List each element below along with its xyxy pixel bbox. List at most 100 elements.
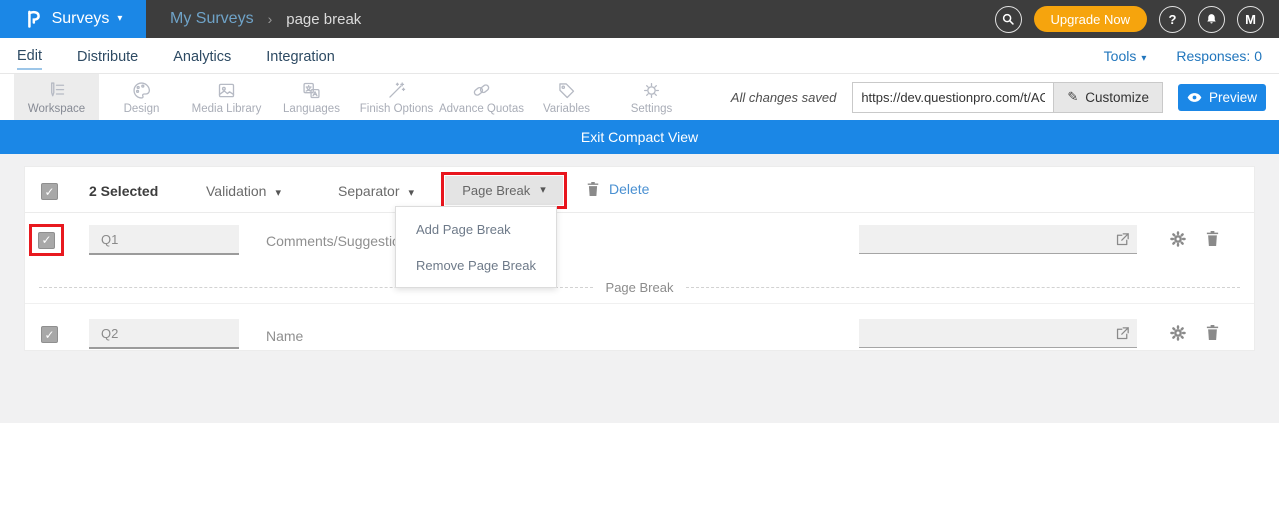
toolbar-tools: Workspace Design Media Library Languages… — [0, 74, 694, 120]
section-tab-bar: Edit Distribute Analytics Integration To… — [0, 38, 1279, 74]
question-checkbox-q1[interactable]: ✓ — [38, 232, 55, 249]
highlight-box-q1-checkbox: ✓ — [29, 224, 64, 256]
expand-answer-button-q1[interactable] — [1114, 231, 1131, 248]
image-icon — [216, 80, 237, 101]
delete-button[interactable]: Delete — [586, 181, 649, 197]
toolbar-item-languages[interactable]: Languages — [269, 74, 354, 120]
divider-dash — [686, 287, 1240, 288]
delete-label: Delete — [609, 181, 649, 197]
save-status: All changes saved — [731, 90, 837, 105]
bell-icon — [1205, 12, 1218, 26]
question-code-input-q2[interactable] — [89, 319, 239, 349]
validation-dropdown[interactable]: Validation▾ — [206, 183, 281, 199]
preview-label: Preview — [1209, 90, 1257, 105]
tab-integration[interactable]: Integration — [266, 43, 335, 69]
toolbar-item-label: Variables — [543, 103, 590, 115]
chevron-down-icon: ▾ — [275, 187, 281, 199]
expand-answer-button-q2[interactable] — [1114, 325, 1131, 342]
answer-input-q1[interactable] — [859, 225, 1114, 253]
toolbar-item-label: Languages — [283, 103, 340, 115]
answer-input-q2[interactable] — [859, 319, 1114, 347]
avatar[interactable]: M — [1237, 6, 1264, 33]
trash-icon — [586, 181, 600, 197]
toolbar-item-label: Workspace — [28, 103, 85, 115]
customize-label: Customize — [1085, 90, 1149, 105]
page-break-menu: Add Page Break Remove Page Break — [395, 206, 557, 288]
answer-field-q2 — [859, 319, 1137, 348]
surveys-menu[interactable]: Surveys ▾ — [0, 0, 146, 38]
check-icon: ✓ — [44, 185, 54, 199]
notifications-button[interactable] — [1198, 6, 1225, 33]
survey-url-group: ✎ Customize — [852, 82, 1163, 113]
page-break-dropdown-label: Page Break — [462, 183, 530, 198]
menu-item-remove-page-break[interactable]: Remove Page Break — [396, 248, 556, 284]
questionpro-logo-icon — [24, 8, 44, 30]
page-break-dropdown[interactable]: Page Break ▾ — [445, 176, 563, 205]
page-break-divider: Page Break — [39, 279, 1240, 295]
question-settings-button-q1[interactable] — [1169, 230, 1187, 248]
trash-icon — [1205, 230, 1220, 247]
upgrade-now-button[interactable]: Upgrade Now — [1034, 6, 1148, 32]
pencil-icon: ✎ — [1067, 89, 1078, 105]
toolbar-item-advance-quotas[interactable]: Advance Quotas — [439, 74, 524, 120]
tab-edit[interactable]: Edit — [17, 42, 42, 70]
toolbar-item-label: Settings — [631, 103, 673, 115]
external-link-icon — [1114, 231, 1131, 248]
tools-menu[interactable]: Tools▾ — [1104, 48, 1147, 64]
tab-analytics[interactable]: Analytics — [173, 43, 231, 69]
eye-icon — [1187, 92, 1202, 103]
question-title-q2: Name — [266, 328, 303, 344]
menu-item-add-page-break[interactable]: Add Page Break — [396, 212, 556, 248]
separator-dropdown[interactable]: Separator▾ — [338, 183, 414, 199]
breadcrumb-my-surveys[interactable]: My Surveys — [170, 10, 254, 28]
search-button[interactable] — [995, 6, 1022, 33]
header-divider — [25, 212, 1254, 213]
gear-icon — [1169, 324, 1187, 342]
question-settings-button-q2[interactable] — [1169, 324, 1187, 342]
chevron-down-icon: ▾ — [1141, 53, 1146, 64]
topbar-actions: Upgrade Now ? M — [995, 6, 1265, 33]
toolbar-item-workspace[interactable]: Workspace — [14, 74, 99, 120]
answer-field-q1 — [859, 225, 1137, 254]
toolbar-item-media-library[interactable]: Media Library — [184, 74, 269, 120]
question-checkbox-q2[interactable]: ✓ — [41, 326, 58, 343]
chevron-down-icon: ▾ — [408, 187, 414, 199]
toolbar-item-settings[interactable]: Settings — [609, 74, 694, 120]
responses-count[interactable]: Responses: 0 — [1176, 48, 1262, 64]
help-button[interactable]: ? — [1159, 6, 1186, 33]
trash-icon — [1205, 324, 1220, 341]
breadcrumb-current-survey: page break — [286, 11, 361, 28]
gear-icon — [641, 80, 662, 101]
external-link-icon — [1114, 325, 1131, 342]
toolbar-item-design[interactable]: Design — [99, 74, 184, 120]
brand-label: Surveys — [52, 10, 110, 28]
pencil-list-icon — [46, 80, 67, 101]
toolbar-right: All changes saved ✎ Customize Preview — [731, 74, 1266, 120]
toolbar-item-label: Finish Options — [360, 103, 434, 115]
chain-link-icon — [471, 80, 492, 101]
question-code-input-q1[interactable] — [89, 225, 239, 255]
toolbar-item-finish-options[interactable]: Finish Options — [354, 74, 439, 120]
magic-wand-icon — [386, 80, 407, 101]
customize-button[interactable]: ✎ Customize — [1054, 82, 1163, 113]
toolbar-item-label: Design — [124, 103, 160, 115]
select-all-checkbox[interactable]: ✓ — [41, 183, 58, 200]
tab-distribute[interactable]: Distribute — [77, 43, 138, 69]
check-icon: ✓ — [41, 233, 51, 247]
exit-compact-view-bar[interactable]: Exit Compact View — [0, 120, 1279, 154]
workspace-stage: ✓ 2 Selected Validation▾ Separator▾ Page… — [0, 154, 1279, 423]
question-list-card: ✓ 2 Selected Validation▾ Separator▾ Page… — [24, 166, 1255, 351]
chevron-down-icon: ▾ — [540, 185, 546, 196]
search-icon — [1001, 12, 1015, 26]
question-delete-button-q2[interactable] — [1205, 324, 1220, 341]
question-delete-button-q1[interactable] — [1205, 230, 1220, 247]
toolbar-item-variables[interactable]: Variables — [524, 74, 609, 120]
preview-button[interactable]: Preview — [1178, 84, 1266, 111]
tabbar-right: Tools▾ Responses: 0 — [1104, 48, 1262, 64]
page-break-divider-label: Page Break — [606, 280, 674, 295]
toolbar-item-label: Media Library — [192, 103, 262, 115]
row-divider — [25, 303, 1254, 304]
gear-icon — [1169, 230, 1187, 248]
palette-icon — [131, 80, 152, 101]
survey-url-input[interactable] — [852, 82, 1054, 113]
